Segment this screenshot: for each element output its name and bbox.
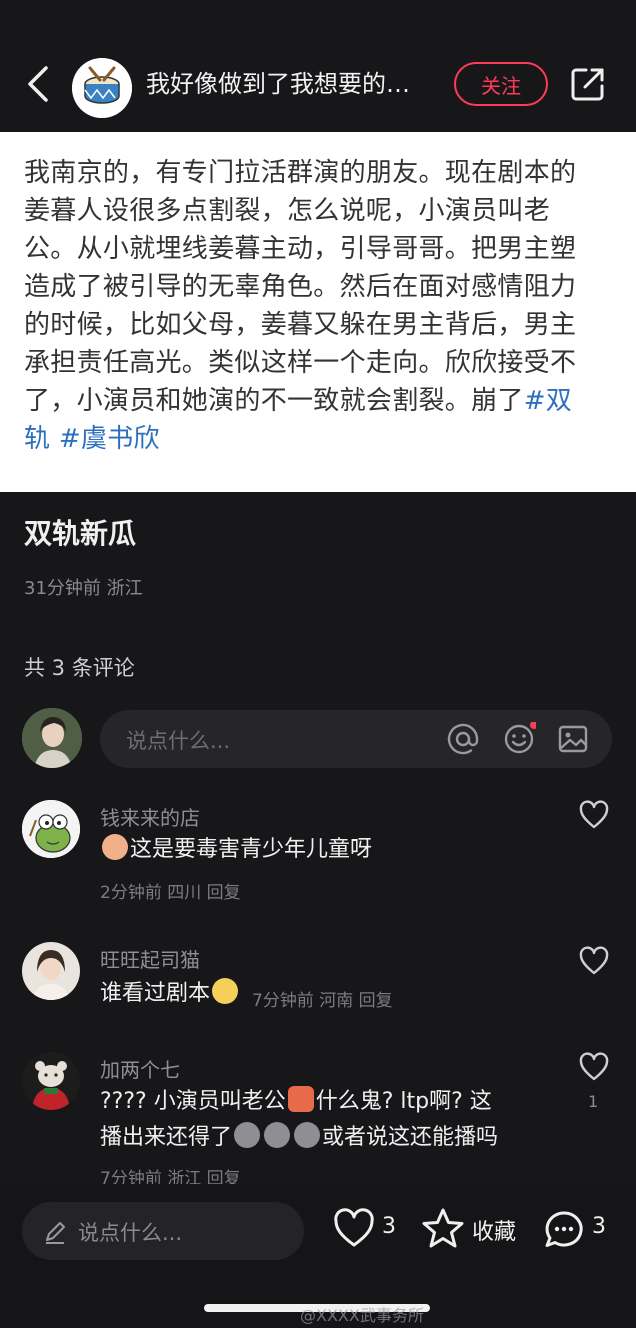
heart-icon[interactable] (578, 800, 610, 830)
like-count[interactable]: 3 (382, 1214, 396, 1239)
avatar[interactable] (22, 942, 80, 1000)
post-text-segment: 了，小演员和她演的不一致就会割裂。崩了 (24, 386, 524, 416)
heart-icon[interactable] (578, 946, 610, 976)
back-arrow-icon[interactable] (20, 62, 60, 106)
image-icon[interactable] (556, 722, 590, 756)
emoji-icon[interactable] (502, 722, 536, 756)
post-text-line: 造成了被引导的无辜角色。然后在面对感情阻力 (24, 272, 577, 302)
hashtag-line: 轨 #虞书欣 (24, 424, 160, 454)
share-icon[interactable] (568, 64, 608, 104)
avatar[interactable] (22, 800, 80, 858)
post-image-text: 我南京的，有专门拉活群演的朋友。现在剧本的 姜暮人设很多点割裂，怎么说呢，小演员… (24, 154, 616, 458)
comment-total[interactable]: 3 (592, 1214, 606, 1239)
speechless-emoji-icon (294, 1122, 321, 1148)
comment-text-segment: 什么鬼? ltp啊? 这 (315, 1089, 492, 1114)
drum-icon (72, 58, 132, 118)
comment-text: ???? 小演员叫老公 什么鬼? ltp啊? 这 播出来还得了 或者说这还能播吗 (100, 1084, 498, 1156)
comment-author[interactable]: 钱来来的店 (100, 802, 200, 831)
hashtag: #双 (523, 386, 573, 416)
page-title: 我好像做到了我想要的… (146, 70, 410, 98)
at-mention-icon[interactable] (446, 722, 480, 756)
heart-icon[interactable] (578, 1052, 610, 1082)
comment-author[interactable]: 旺旺起司猫 (100, 944, 200, 973)
user-photo-icon (22, 942, 80, 1000)
comment-text-line: ???? 小演员叫老公 什么鬼? ltp啊? 这 (100, 1084, 498, 1120)
speechless-emoji-icon (234, 1122, 261, 1148)
post-text-line: 的时候，比如父母，姜暮又躲在男主背后，男主 (24, 310, 577, 340)
comment-meta[interactable]: 7分钟前 河南 回复 (252, 986, 393, 1011)
follow-button[interactable]: 关注 (454, 62, 548, 106)
comment-text-segment: 或者说这还能播吗 (322, 1125, 499, 1150)
post-meta: 31分钟前 浙江 (24, 578, 143, 599)
comment-text: 谁看过剧本 (100, 976, 240, 1012)
comment-text: 这是要毒害青少年儿童呀 (100, 832, 372, 868)
comment-like-count: 1 (588, 1092, 599, 1111)
top-nav-bar: 我好像做到了我想要的… 关注 (0, 0, 636, 132)
comment-meta[interactable]: 2分钟前 四川 回复 (100, 878, 241, 903)
avatar[interactable] (22, 708, 82, 768)
post-text-line: 姜暮人设很多点割裂，怎么说呢，小演员叫老 (24, 196, 551, 226)
post-text-line: 公。从小就埋线姜暮主动，引导哥哥。把男主塑 (24, 234, 577, 264)
comment-text-line: 播出来还得了 或者说这还能播吗 (100, 1120, 498, 1156)
collect-button[interactable]: 收藏 (472, 1214, 516, 1246)
author-avatar[interactable] (72, 58, 132, 118)
comment-input[interactable]: 说点什么... (100, 710, 612, 768)
comment-text-segment: 谁看过剧本 (100, 981, 211, 1006)
comment-input-placeholder: 说点什么... (126, 729, 231, 753)
post-title: 双轨新瓜 (24, 517, 137, 550)
comment-text-segment: 这是要毒害青少年儿童呀 (130, 837, 373, 862)
frog-avatar-icon (22, 800, 80, 858)
post-text-line: 我南京的，有专门拉活群演的朋友。现在剧本的 (24, 158, 577, 188)
notification-dot (530, 722, 536, 729)
post-text-line: 了，小演员和她演的不一致就会割裂。崩了#双 (24, 382, 616, 420)
post-text-line: 承担责任高光。类似这样一个走向。欣欣接受不 (24, 348, 577, 378)
scream-emoji-icon (102, 834, 128, 860)
comment-bubble-icon[interactable] (542, 1208, 586, 1252)
star-icon[interactable] (420, 1206, 466, 1250)
crying-emoji-icon (212, 978, 239, 1004)
user-photo-icon (22, 708, 82, 768)
angry-emoji-icon (287, 1086, 314, 1112)
avatar[interactable] (22, 1052, 80, 1110)
watermark: @XXXX武事务所 (300, 1306, 424, 1325)
comment-count: 共 3 条评论 (24, 656, 135, 680)
bottom-comment-input[interactable]: 说点什么... (22, 1202, 304, 1260)
comment-author[interactable]: 加两个七 (100, 1054, 180, 1083)
bottom-input-placeholder: 说点什么... (78, 1221, 183, 1245)
comment-text-segment: 播出来还得了 (100, 1125, 233, 1150)
speechless-emoji-icon (264, 1122, 291, 1148)
bear-avatar-icon (22, 1052, 80, 1110)
comment-text-segment: ???? 小演员叫老公 (100, 1089, 286, 1114)
post-image[interactable]: 我南京的，有专门拉活群演的朋友。现在剧本的 姜暮人设很多点割裂，怎么说呢，小演员… (0, 132, 636, 492)
like-heart-icon[interactable] (332, 1208, 376, 1250)
pencil-icon (46, 1222, 65, 1244)
